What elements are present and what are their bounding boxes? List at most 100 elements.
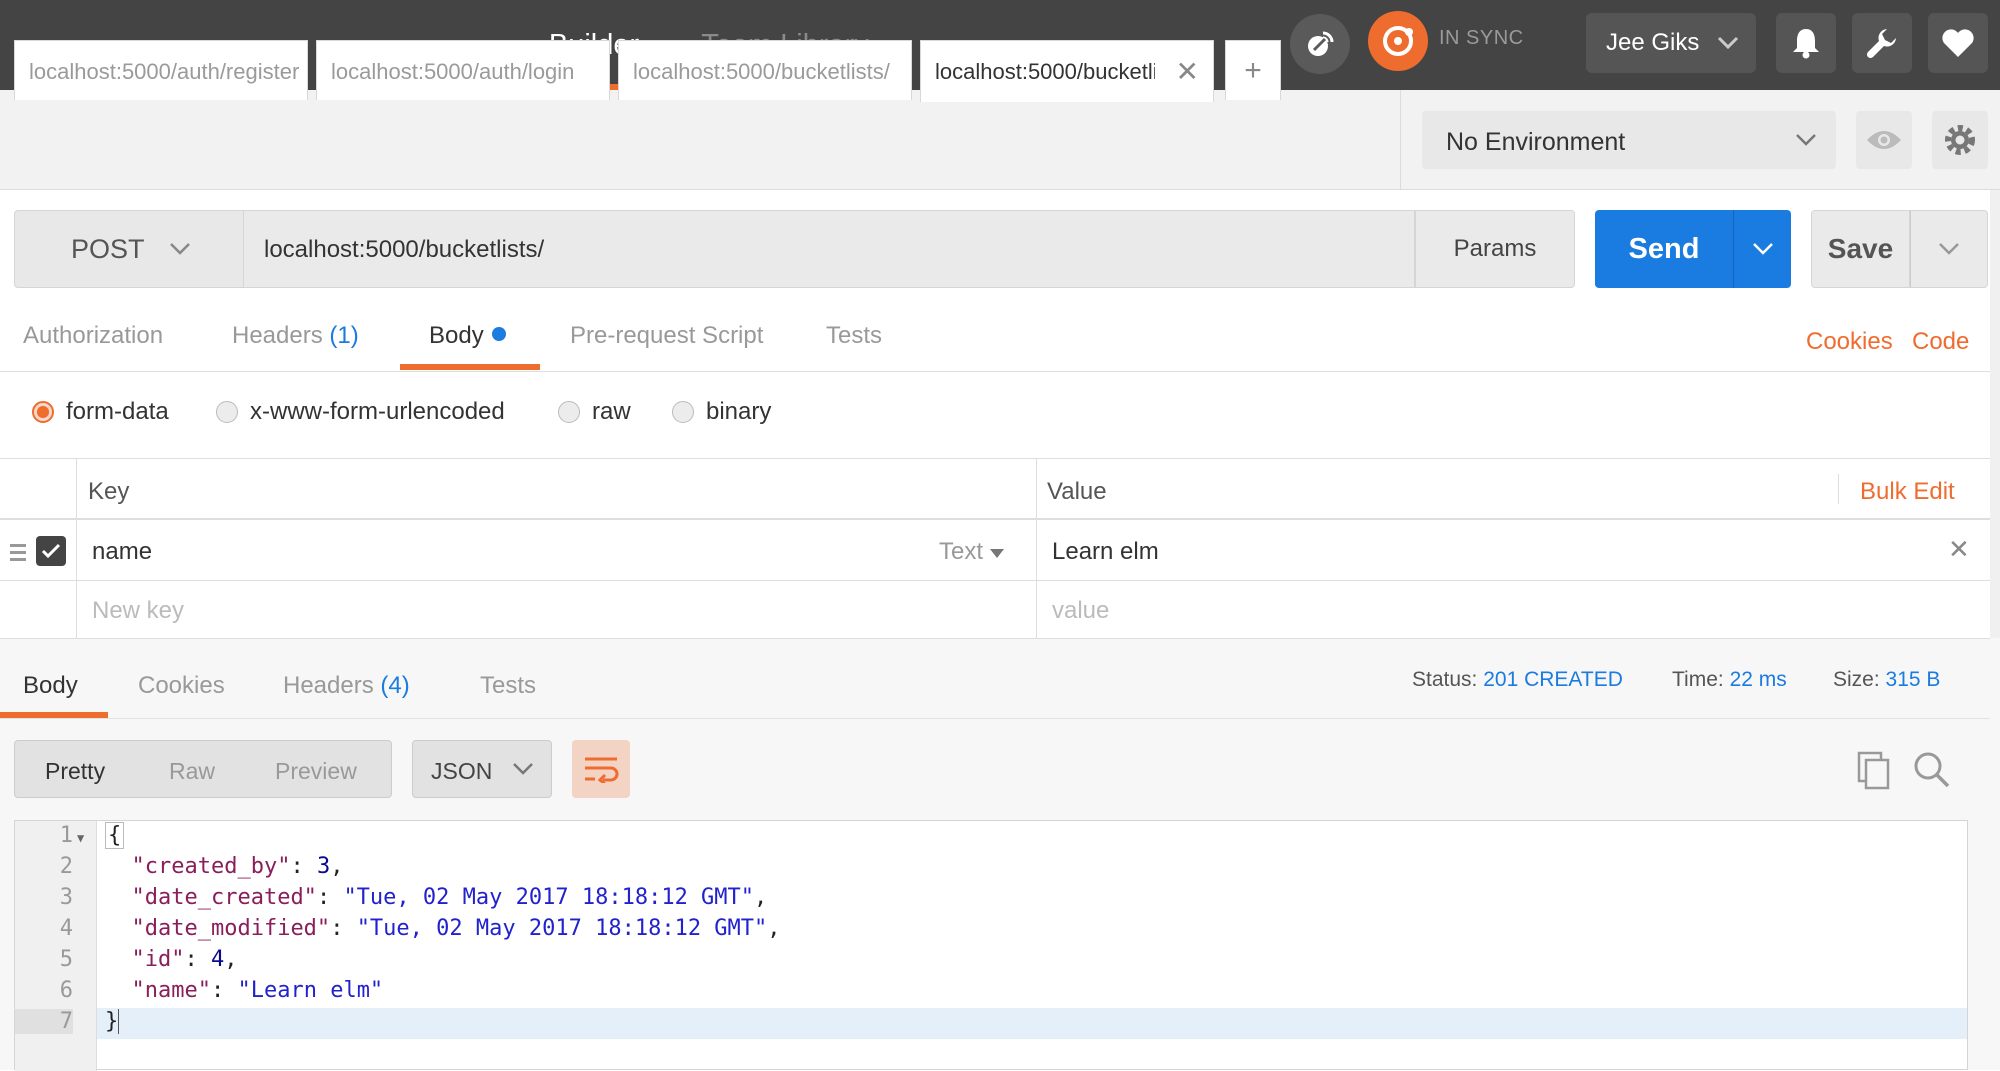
radio-icon (672, 401, 694, 423)
chevron-down-icon (1796, 134, 1816, 146)
response-tab-tests[interactable]: Tests (480, 672, 536, 700)
chevron-down-icon (1752, 243, 1773, 255)
radio-form-data[interactable]: form-data (32, 398, 169, 426)
radio-urlencoded[interactable]: x-www-form-urlencoded (216, 398, 505, 426)
status-value: 201 CREATED (1483, 668, 1623, 691)
request-tab[interactable]: localhost:5000/auth/register (14, 40, 308, 100)
code-line: { (105, 822, 125, 849)
divider (0, 718, 1990, 719)
request-tab[interactable]: localhost:5000/auth/login (316, 40, 610, 100)
sync-icon[interactable] (1368, 11, 1428, 71)
divider (0, 580, 1990, 581)
method-select[interactable]: POST (14, 210, 244, 288)
close-icon[interactable]: ✕ (1176, 55, 1199, 88)
code-line: "created_by": 3, (131, 854, 344, 879)
view-raw-button[interactable]: Raw (169, 758, 215, 785)
satellite-icon[interactable] (1290, 14, 1350, 74)
response-tab-cookies[interactable]: Cookies (138, 672, 225, 700)
format-label: JSON (431, 758, 493, 784)
tab-body[interactable]: Body (429, 322, 506, 350)
new-key-input[interactable]: New key (92, 597, 184, 625)
response-tab-body[interactable]: Body (23, 672, 78, 700)
environment-selected: No Environment (1446, 128, 1626, 156)
chevron-down-icon (1939, 243, 1959, 255)
add-tab-button[interactable]: + (1225, 40, 1281, 100)
chevron-down-icon (1718, 36, 1739, 50)
notifications-button[interactable] (1776, 13, 1836, 73)
headers-count: (1) (329, 322, 359, 349)
response-status: Status: 201 CREATED (1412, 668, 1623, 692)
sync-status: IN SYNC (1439, 27, 1524, 49)
radio-label: raw (592, 398, 631, 425)
view-pretty-button[interactable]: Pretty (45, 758, 105, 785)
tab-body-label: Body (429, 322, 484, 349)
request-tab[interactable]: localhost:5000/bucketlists/ (618, 40, 912, 100)
search-icon[interactable] (1912, 750, 1950, 793)
line-number: 1 (59, 823, 73, 848)
scrollbar[interactable] (1990, 190, 2000, 638)
response-tab-headers[interactable]: Headers (4) (283, 672, 410, 700)
divider (0, 371, 1990, 372)
delete-row-icon[interactable]: ✕ (1948, 534, 1970, 565)
radio-label: x-www-form-urlencoded (250, 398, 505, 425)
type-select[interactable]: Text (939, 538, 1004, 566)
radio-selected-icon (32, 401, 54, 423)
environment-quick-look-button[interactable] (1856, 111, 1912, 169)
line-number: 4 (59, 916, 73, 941)
heart-button[interactable] (1928, 13, 1988, 73)
fold-caret-icon[interactable]: ▼ (77, 831, 84, 845)
value-column-header: Value (1047, 478, 1107, 505)
modified-dot-icon (491, 327, 506, 341)
row-enabled-checkbox[interactable] (36, 536, 66, 566)
request-tab-active[interactable]: localhost:5000/bucketlists/ ✕ (920, 40, 1214, 102)
tab-headers[interactable]: Headers (1) (232, 322, 359, 350)
time-value: 22 ms (1729, 668, 1787, 691)
chevron-down-icon (169, 243, 190, 255)
url-input[interactable]: localhost:5000/bucketlists/ (244, 210, 1415, 288)
copy-icon[interactable] (1856, 750, 1892, 795)
time-label: Time: (1672, 668, 1724, 691)
active-tab-indicator (400, 364, 540, 370)
send-dropdown-button[interactable] (1733, 210, 1791, 288)
response-body-editor[interactable]: 1 ▼ 2 3 4 5 6 7 { "created_by": 3, "date… (14, 820, 1968, 1071)
wrap-lines-button[interactable] (572, 740, 630, 798)
radio-raw[interactable]: raw (558, 398, 631, 426)
value-input[interactable]: Learn elm (1052, 538, 1159, 566)
radio-label: form-data (66, 398, 169, 425)
divider (1838, 474, 1839, 504)
radio-binary[interactable]: binary (672, 398, 771, 426)
json-number: 3 (316, 854, 331, 879)
tab-pre-request-script[interactable]: Pre-request Script (570, 322, 763, 350)
status-label: Status: (1412, 668, 1478, 691)
code-link[interactable]: Code (1912, 328, 1969, 356)
format-select[interactable]: JSON (412, 740, 552, 798)
settings-wrench-button[interactable] (1852, 13, 1912, 73)
chevron-down-icon (513, 763, 533, 775)
drag-handle-icon[interactable] (10, 542, 26, 567)
save-dropdown-button[interactable] (1910, 210, 1988, 288)
key-input[interactable]: name (92, 538, 152, 566)
json-string: "Learn elm" (237, 978, 384, 1003)
json-key: "id" (131, 947, 185, 972)
user-menu[interactable]: Jee Giks (1586, 13, 1756, 73)
save-button[interactable]: Save (1811, 210, 1910, 288)
view-mode-group: Pretty Raw Preview (14, 740, 392, 798)
line-number: 7 (15, 1009, 73, 1034)
request-tab-label: localhost:5000/bucketlists/ (935, 59, 1155, 84)
tab-authorization[interactable]: Authorization (23, 322, 163, 350)
type-label: Text (939, 538, 984, 565)
code-line: "name": "Learn elm" (131, 978, 384, 1003)
tab-tests[interactable]: Tests (826, 322, 882, 350)
response-size: Size: 315 B (1833, 668, 1940, 692)
cookies-link[interactable]: Cookies (1806, 328, 1893, 356)
json-key: "date_created" (131, 885, 317, 910)
environment-select[interactable]: No Environment (1422, 111, 1836, 169)
view-preview-button[interactable]: Preview (275, 758, 357, 785)
params-button[interactable]: Params (1415, 210, 1575, 288)
caret-down-icon (989, 549, 1004, 558)
bulk-edit-link[interactable]: Bulk Edit (1860, 478, 1955, 506)
send-button[interactable]: Send (1595, 210, 1733, 288)
manage-environments-button[interactable] (1932, 111, 1988, 169)
json-string: "Tue, 02 May 2017 18:18:12 GMT" (356, 916, 768, 941)
new-value-input[interactable]: value (1052, 597, 1109, 625)
